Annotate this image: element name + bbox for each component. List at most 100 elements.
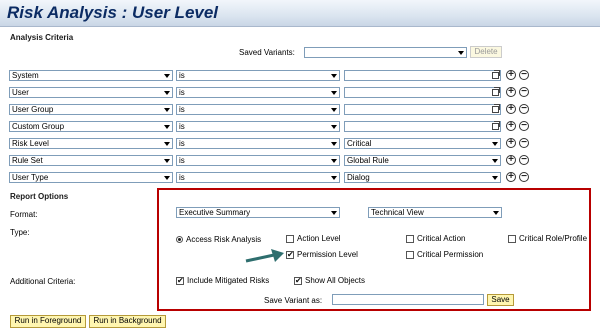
plus-circle-icon[interactable]: + <box>506 138 516 148</box>
criteria-operator-dropdown[interactable]: is <box>176 138 340 149</box>
action-level-checkbox[interactable] <box>286 235 294 243</box>
critical-action-label: Critical Action <box>417 234 466 243</box>
critical-role-profile-checkbox[interactable] <box>508 235 516 243</box>
criteria-field-dropdown[interactable]: System <box>9 70 173 81</box>
multiple-selection-icon[interactable] <box>492 70 500 79</box>
criteria-operator-dropdown[interactable]: is <box>176 87 340 98</box>
criteria-field-value: Risk Level <box>12 139 49 148</box>
arrow-pointer-icon <box>245 249 284 263</box>
chevron-down-icon <box>164 108 170 112</box>
multiple-selection-icon[interactable] <box>492 87 500 96</box>
criteria-operator-value: is <box>179 122 185 131</box>
format-dropdown[interactable]: Executive Summary <box>176 207 340 218</box>
plus-circle-icon[interactable]: + <box>506 121 516 131</box>
criteria-field-dropdown[interactable]: Custom Group <box>9 121 173 132</box>
criteria-operator-dropdown[interactable]: is <box>176 172 340 183</box>
chevron-down-icon <box>331 159 337 163</box>
include-mitigated-risks-label: Include Mitigated Risks <box>187 276 270 285</box>
criteria-operator-dropdown[interactable]: is <box>176 70 340 81</box>
criteria-field-dropdown[interactable]: User <box>9 87 173 98</box>
chevron-down-icon <box>492 142 498 146</box>
criteria-value-dropdown[interactable]: Global Rule <box>344 155 501 166</box>
chevron-down-icon <box>458 51 464 55</box>
criteria-operator-value: is <box>179 105 185 114</box>
criteria-field-value: User Group <box>12 105 54 114</box>
criteria-operator-value: is <box>179 88 185 97</box>
action-level-label: Action Level <box>297 234 341 243</box>
type-label: Type: <box>10 228 30 237</box>
multiple-selection-icon[interactable] <box>492 104 500 113</box>
criteria-field-dropdown[interactable]: Risk Level <box>9 138 173 149</box>
chevron-down-icon <box>493 211 499 215</box>
saved-variants-label: Saved Variants: <box>239 48 295 57</box>
plus-circle-icon[interactable]: + <box>506 70 516 80</box>
analysis-criteria-heading: Analysis Criteria <box>10 33 74 42</box>
show-all-objects-checkbox[interactable]: ✔ <box>294 277 302 285</box>
show-all-objects-label: Show All Objects <box>305 276 366 285</box>
chevron-down-icon <box>164 159 170 163</box>
page-title: Risk Analysis : User Level <box>7 3 219 22</box>
criteria-field-dropdown[interactable]: User Type <box>9 172 173 183</box>
plus-circle-icon[interactable]: + <box>506 155 516 165</box>
criteria-operator-dropdown[interactable]: is <box>176 104 340 115</box>
minus-circle-icon[interactable]: − <box>519 87 529 97</box>
criteria-operator-value: is <box>179 173 185 182</box>
chevron-down-icon <box>331 142 337 146</box>
chevron-down-icon <box>164 74 170 78</box>
criteria-value-dropdown[interactable]: Dialog <box>344 172 501 183</box>
criteria-value-text: Global Rule <box>347 156 389 165</box>
criteria-field-value: Rule Set <box>12 156 43 165</box>
criteria-value-dropdown[interactable]: Critical <box>344 138 501 149</box>
chevron-down-icon <box>331 176 337 180</box>
critical-action-checkbox[interactable] <box>406 235 414 243</box>
chevron-down-icon <box>331 211 337 215</box>
chevron-down-icon <box>492 176 498 180</box>
criteria-field-dropdown[interactable]: User Group <box>9 104 173 115</box>
criteria-value-input[interactable] <box>344 121 501 132</box>
minus-circle-icon[interactable]: − <box>519 138 529 148</box>
view-dropdown[interactable]: Technical View <box>368 207 502 218</box>
chevron-down-icon <box>164 91 170 95</box>
criteria-value-input[interactable] <box>344 87 501 98</box>
criteria-field-value: User <box>12 88 29 97</box>
format-value: Executive Summary <box>179 208 251 217</box>
minus-circle-icon[interactable]: − <box>519 70 529 80</box>
criteria-value-input[interactable] <box>344 70 501 81</box>
report-options-heading: Report Options <box>10 192 69 201</box>
criteria-operator-value: is <box>179 71 185 80</box>
criteria-value-text: Critical <box>347 139 372 148</box>
criteria-value-text: Dialog <box>347 173 370 182</box>
save-button[interactable]: Save <box>487 294 514 306</box>
criteria-field-value: Custom Group <box>12 122 65 131</box>
criteria-field-dropdown[interactable]: Rule Set <box>9 155 173 166</box>
save-variant-input[interactable] <box>332 294 484 305</box>
run-in-background-button[interactable]: Run in Background <box>89 315 166 328</box>
format-label: Format: <box>10 210 38 219</box>
multiple-selection-icon[interactable] <box>492 121 500 130</box>
criteria-value-input[interactable] <box>344 104 501 115</box>
chevron-down-icon <box>331 74 337 78</box>
delete-button[interactable]: Delete <box>470 46 502 58</box>
plus-circle-icon[interactable]: + <box>506 172 516 182</box>
criteria-operator-value: is <box>179 156 185 165</box>
saved-variants-dropdown[interactable] <box>304 47 467 58</box>
chevron-down-icon <box>164 125 170 129</box>
criteria-operator-dropdown[interactable]: is <box>176 155 340 166</box>
include-mitigated-risks-checkbox[interactable]: ✔ <box>176 277 184 285</box>
minus-circle-icon[interactable]: − <box>519 172 529 182</box>
criteria-operator-dropdown[interactable]: is <box>176 121 340 132</box>
access-risk-analysis-radio[interactable] <box>176 236 183 243</box>
permission-level-checkbox[interactable]: ✔ <box>286 251 294 259</box>
save-variant-label: Save Variant as: <box>264 296 323 305</box>
minus-circle-icon[interactable]: − <box>519 121 529 131</box>
minus-circle-icon[interactable]: − <box>519 155 529 165</box>
plus-circle-icon[interactable]: + <box>506 87 516 97</box>
run-in-foreground-button[interactable]: Run in Foreground <box>10 315 86 328</box>
critical-permission-checkbox[interactable] <box>406 251 414 259</box>
critical-permission-label: Critical Permission <box>417 250 484 259</box>
plus-circle-icon[interactable]: + <box>506 104 516 114</box>
critical-role-profile-label: Critical Role/Profile <box>519 234 588 243</box>
access-risk-analysis-label: Access Risk Analysis <box>186 235 262 244</box>
additional-criteria-label: Additional Criteria: <box>10 277 76 286</box>
minus-circle-icon[interactable]: − <box>519 104 529 114</box>
